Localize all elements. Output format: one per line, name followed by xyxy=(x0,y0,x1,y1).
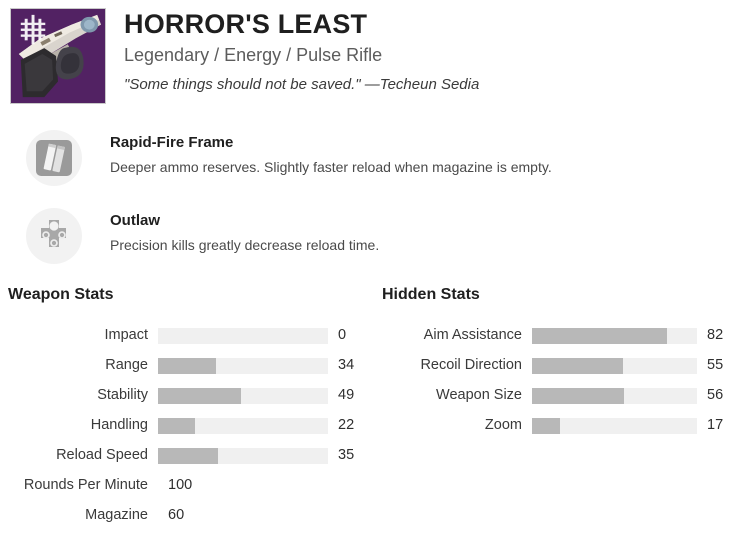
stat-label: Reload Speed xyxy=(56,447,148,464)
hidden-stats-rows: Aim Assistance 82 Recoil Direction 55 Weapon… xyxy=(382,324,736,437)
perk-name: Outlaw xyxy=(110,212,161,229)
stat-bar xyxy=(532,387,697,404)
perk-description: Deeper ammo reserves. Slightly faster re… xyxy=(110,159,552,175)
perk-list: Rapid-Fire Frame Deeper ammo reserves. S… xyxy=(0,130,736,264)
stat-row: Aim Assistance 82 xyxy=(382,324,736,347)
stat-label: Impact xyxy=(104,327,148,344)
stat-value: 55 xyxy=(707,357,724,374)
perk-text: Rapid-Fire Frame Deeper ammo reserves. S… xyxy=(82,130,552,176)
weapon-stats-rows: Impact 0 Range 34 Stability 49 Handling 22 Reloa… xyxy=(8,324,370,527)
hidden-stats-panel: Hidden Stats Aim Assistance 82 Recoil Dire… xyxy=(370,286,736,534)
stat-label: Handling xyxy=(90,417,148,434)
stat-value: 35 xyxy=(338,447,355,464)
stat-row: Handling 22 xyxy=(8,414,370,437)
stat-label: Aim Assistance xyxy=(423,327,522,344)
weapon-stats-panel: Weapon Stats Impact 0 Range 34 Stability 49 Ha… xyxy=(0,286,370,534)
stat-row: Zoom 17 xyxy=(382,414,736,437)
item-subtitle: Legendary / Energy / Pulse Rifle xyxy=(124,45,383,66)
stat-row: Stability 49 xyxy=(8,384,370,407)
stat-label: Rounds Per Minute xyxy=(23,477,148,494)
stat-value: 17 xyxy=(707,417,724,434)
stat-label: Range xyxy=(105,357,148,374)
stat-bar xyxy=(532,417,697,434)
stat-row: Reload Speed 35 xyxy=(8,444,370,467)
stat-row: Impact 0 xyxy=(8,324,370,347)
hidden-stats-heading: Hidden Stats xyxy=(382,286,480,303)
stat-label: Weapon Size xyxy=(436,387,522,404)
item-header-text: HORROR'S LEAST Legendary / Energy / Puls… xyxy=(106,8,479,94)
stat-value: 60 xyxy=(168,507,185,524)
magazine-icon xyxy=(26,130,82,186)
stat-label: Stability xyxy=(97,387,148,404)
stat-bar xyxy=(158,327,328,344)
stats-area: Weapon Stats Impact 0 Range 34 Stability 49 Ha… xyxy=(0,286,736,534)
stat-value: 0 xyxy=(338,327,347,344)
stat-bar xyxy=(158,387,328,404)
stat-bar xyxy=(158,417,328,434)
stat-value: 49 xyxy=(338,387,355,404)
stat-value: 56 xyxy=(707,387,724,404)
stat-bar-fill xyxy=(532,417,561,434)
stat-bar-fill xyxy=(532,357,623,374)
revolver-cylinder-icon xyxy=(26,208,82,264)
stat-bar xyxy=(158,447,328,464)
weapon-stats-heading: Weapon Stats xyxy=(8,286,114,303)
stat-row: Recoil Direction 55 xyxy=(382,354,736,377)
item-flavor-text: "Some things should not be saved." —Tech… xyxy=(124,75,480,93)
stat-bar-fill xyxy=(158,447,218,464)
page-title: HORROR'S LEAST xyxy=(124,9,368,39)
stat-row: Weapon Size 56 xyxy=(382,384,736,407)
stat-bar-fill xyxy=(532,327,668,344)
perk-description: Precision kills greatly decrease reload … xyxy=(110,237,380,253)
stat-row: Magazine 60 xyxy=(8,504,370,527)
stat-label: Zoom xyxy=(484,417,522,434)
weapon-icon[interactable] xyxy=(10,8,106,104)
stat-bar-fill xyxy=(532,387,625,404)
stat-row: Rounds Per Minute 100 xyxy=(8,474,370,497)
item-header: HORROR'S LEAST Legendary / Energy / Puls… xyxy=(0,0,736,104)
perk-item[interactable]: Rapid-Fire Frame Deeper ammo reserves. S… xyxy=(26,130,736,186)
stat-bar xyxy=(532,357,697,374)
perk-text: Outlaw Precision kills greatly decrease … xyxy=(82,208,379,254)
stat-bar-fill xyxy=(158,417,196,434)
perk-item[interactable]: Outlaw Precision kills greatly decrease … xyxy=(26,208,736,264)
stat-label: Magazine xyxy=(85,507,148,524)
stat-bar xyxy=(158,357,328,374)
stat-bar-fill xyxy=(158,357,216,374)
stat-value: 34 xyxy=(338,357,355,374)
stat-value: 82 xyxy=(707,327,724,344)
stat-value: 100 xyxy=(168,477,193,494)
stat-bar-fill xyxy=(158,387,242,404)
stat-bar xyxy=(532,327,697,344)
perk-name: Rapid-Fire Frame xyxy=(110,134,234,151)
stat-label: Recoil Direction xyxy=(420,357,522,374)
stat-value: 22 xyxy=(338,417,355,434)
stat-row: Range 34 xyxy=(8,354,370,377)
